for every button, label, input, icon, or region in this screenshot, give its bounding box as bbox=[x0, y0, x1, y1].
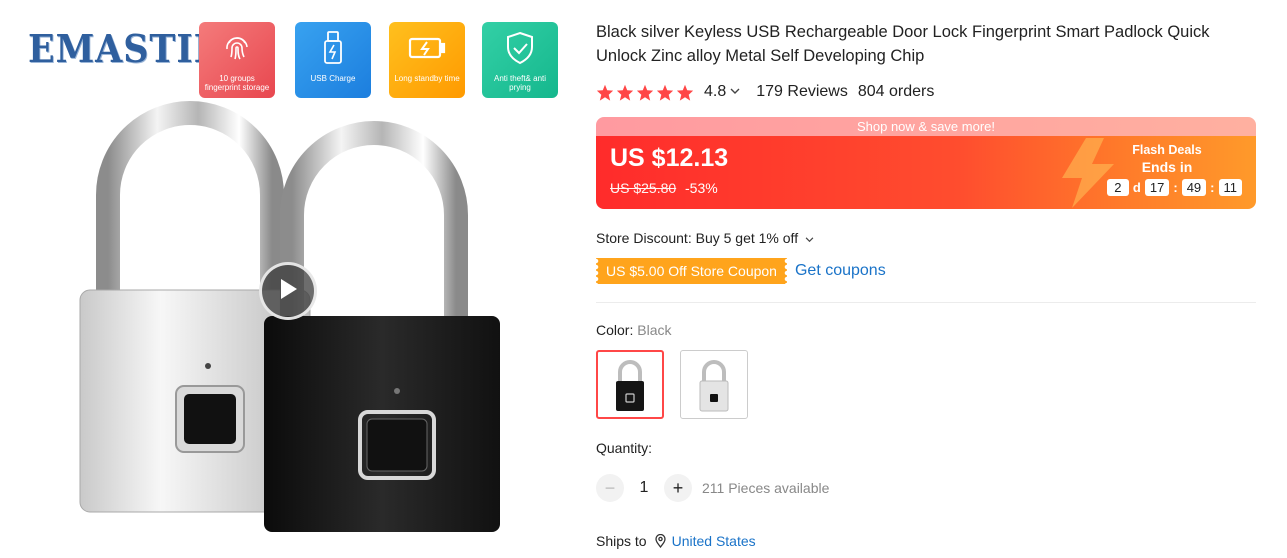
pieces-available: 211 Pieces available bbox=[702, 480, 830, 496]
rating-value[interactable]: 4.8 bbox=[704, 83, 726, 101]
location-pin-icon bbox=[654, 534, 666, 548]
product-image-gallery[interactable]: EMASTIFF 10 groups fingerprint storage U… bbox=[0, 0, 580, 558]
star-icon bbox=[616, 84, 634, 101]
flash-deals-title: Flash Deals bbox=[1132, 143, 1202, 157]
color-label: Color: Black bbox=[596, 322, 671, 338]
decrease-quantity-button[interactable]: − bbox=[596, 474, 624, 502]
timer-days: 2 bbox=[1106, 179, 1129, 196]
timer-hours: 17 bbox=[1144, 179, 1170, 196]
feature-badge-standby: Long standby time bbox=[389, 22, 465, 98]
feature-label: USB Charge bbox=[310, 74, 356, 83]
color-swatch-black[interactable] bbox=[596, 350, 664, 419]
reviews-link[interactable]: 179 Reviews bbox=[756, 83, 848, 101]
color-label-text: Color: bbox=[596, 322, 634, 338]
star-icon bbox=[656, 84, 674, 101]
orders-count: 804 orders bbox=[857, 83, 935, 100]
divider bbox=[596, 302, 1256, 303]
ship-country-link[interactable]: United States bbox=[672, 533, 756, 549]
store-coupon-badge[interactable]: US $5.00 Off Store Coupon bbox=[596, 258, 787, 284]
chevron-down-icon[interactable] bbox=[730, 86, 740, 98]
feature-badge-usb: USB Charge bbox=[295, 22, 371, 98]
ends-in-label: Ends in bbox=[1141, 159, 1193, 175]
get-coupons-link[interactable]: Get coupons bbox=[795, 262, 886, 280]
store-discount-label: Store Discount: Buy 5 get 1% off bbox=[596, 230, 799, 246]
feature-label: 10 groups fingerprint storage bbox=[204, 74, 270, 92]
selected-color: Black bbox=[637, 322, 672, 338]
store-discount[interactable]: Store Discount: Buy 5 get 1% off bbox=[596, 230, 814, 246]
price-main: US $12.13 US $25.80 -53% Flash Deals End… bbox=[596, 136, 1256, 209]
feature-badge-antitheft: Anti theft& anti prying bbox=[482, 22, 558, 98]
quantity-stepper: − 1 + 211 Pieces available bbox=[596, 474, 829, 502]
feature-label: Long standby time bbox=[394, 74, 460, 83]
timer-separator: : bbox=[1173, 180, 1178, 195]
battery-icon bbox=[389, 30, 465, 66]
star-icon bbox=[676, 84, 694, 101]
discount-percent: -53% bbox=[685, 180, 718, 196]
increase-quantity-button[interactable]: + bbox=[664, 474, 692, 502]
minus-icon: − bbox=[604, 477, 616, 498]
play-video-button[interactable] bbox=[259, 262, 317, 320]
fingerprint-icon bbox=[199, 30, 275, 66]
ships-to: Ships to United States bbox=[596, 533, 756, 549]
timer-day-label: d bbox=[1132, 180, 1141, 195]
timer-separator: : bbox=[1210, 180, 1215, 195]
usb-icon bbox=[295, 30, 371, 66]
flash-deals: Flash Deals Ends in 2 d 17 : 49 : 11 bbox=[1092, 143, 1242, 196]
play-icon bbox=[277, 277, 299, 306]
current-price: US $12.13 bbox=[610, 144, 729, 172]
quantity-value[interactable]: 1 bbox=[624, 479, 664, 497]
countdown-timer: 2 d 17 : 49 : 11 bbox=[1092, 179, 1242, 196]
coupon-row: US $5.00 Off Store Coupon Get coupons bbox=[596, 258, 886, 284]
quantity-label: Quantity: bbox=[596, 440, 653, 456]
timer-seconds: 11 bbox=[1218, 179, 1242, 196]
star-icon bbox=[636, 84, 654, 101]
padlock-photo bbox=[79, 101, 500, 532]
plus-icon: + bbox=[672, 477, 684, 498]
price-box: Shop now & save more! US $12.13 US $25.8… bbox=[596, 117, 1256, 209]
color-swatch-silver[interactable] bbox=[680, 350, 748, 419]
chevron-down-icon bbox=[805, 230, 814, 246]
timer-minutes: 49 bbox=[1181, 179, 1207, 196]
black-padlock-thumbnail bbox=[616, 359, 644, 411]
feature-label: Anti theft& anti prying bbox=[493, 74, 547, 92]
silver-padlock-thumbnail bbox=[699, 359, 729, 411]
star-rating bbox=[596, 84, 694, 101]
star-icon bbox=[596, 84, 614, 101]
shield-icon bbox=[482, 30, 558, 66]
product-title: Black silver Keyless USB Rechargeable Do… bbox=[596, 23, 1210, 65]
rating-row: 4.8 179 Reviews 804 orders bbox=[596, 82, 934, 102]
original-price: US $25.80 bbox=[610, 180, 677, 196]
ships-to-label: Ships to bbox=[596, 533, 647, 549]
feature-badge-fingerprint: 10 groups fingerprint storage bbox=[199, 22, 275, 98]
promo-banner: Shop now & save more! bbox=[596, 117, 1256, 136]
